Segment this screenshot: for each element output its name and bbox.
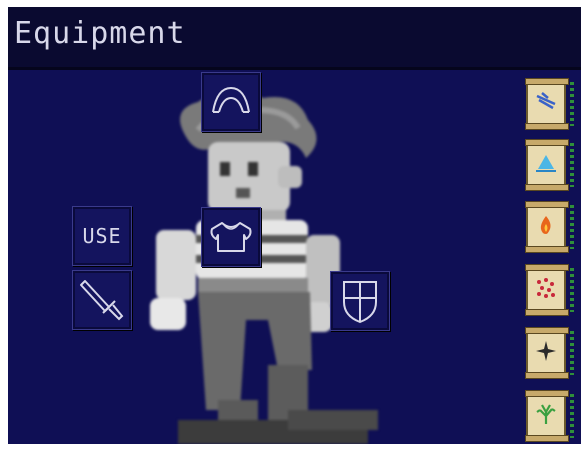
- shield-slot[interactable]: [330, 271, 390, 331]
- spell-fire[interactable]: [525, 199, 576, 255]
- body-slot[interactable]: [201, 207, 261, 267]
- scatter-icon: [537, 278, 555, 298]
- star-icon: [536, 341, 556, 361]
- spell-column: [522, 70, 581, 444]
- spell-meter: [570, 82, 574, 126]
- sword-icon: [80, 280, 124, 321]
- window-title: Equipment: [14, 16, 186, 51]
- wind-icon: [536, 92, 556, 110]
- plant-icon: [536, 404, 556, 424]
- spell-meter: [570, 331, 574, 375]
- use-label: USE: [82, 224, 122, 248]
- armor-icon: [210, 222, 252, 252]
- use-slot[interactable]: USE: [72, 206, 132, 266]
- spell-plant[interactable]: [525, 388, 576, 444]
- spell-meter: [570, 143, 574, 187]
- title-bar: Equipment: [8, 7, 581, 70]
- spell-meter: [570, 268, 574, 312]
- spell-meter: [570, 205, 574, 249]
- spell-water[interactable]: [525, 137, 576, 193]
- spell-star[interactable]: [525, 325, 576, 381]
- spell-scatter[interactable]: [525, 262, 576, 318]
- spell-meter: [570, 394, 574, 438]
- shield-icon: [343, 281, 377, 324]
- equipment-stage: USE: [8, 70, 581, 444]
- equipment-window: Equipment USE: [8, 7, 581, 444]
- water-icon: [536, 155, 556, 172]
- spell-wind[interactable]: [525, 76, 576, 132]
- head-slot[interactable]: [201, 72, 261, 132]
- weapon-slot[interactable]: [72, 270, 132, 330]
- fire-icon: [540, 216, 551, 234]
- helmet-icon: [212, 86, 250, 113]
